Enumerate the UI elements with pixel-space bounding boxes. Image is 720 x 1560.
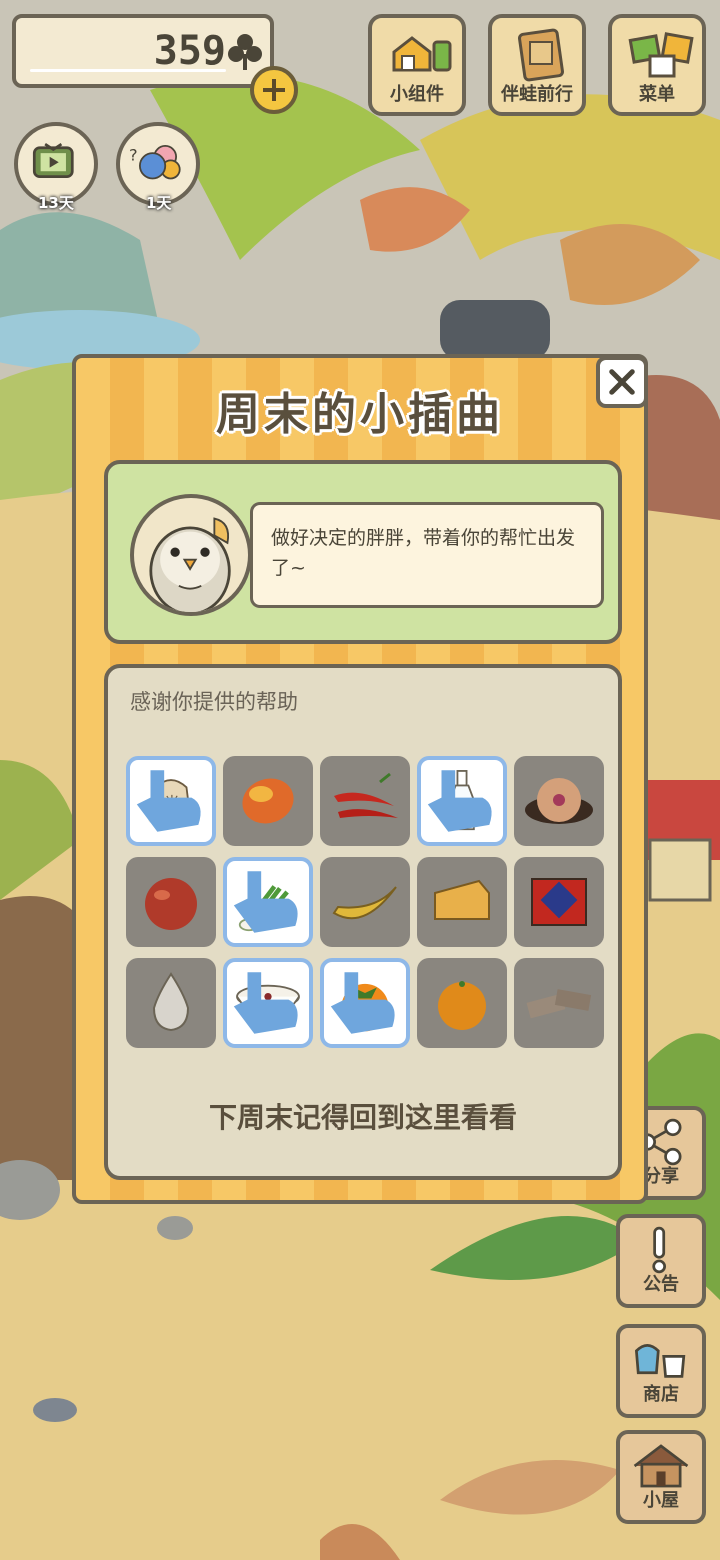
gift-box-icon (531, 878, 587, 926)
menu-button[interactable]: 菜单 (608, 14, 706, 116)
shop-button[interactable]: 商店 (616, 1324, 706, 1418)
help-title: 感谢你提供的帮助 (130, 690, 298, 714)
pointer-hand-icon (330, 972, 395, 1034)
notice-label: 公告 (643, 1274, 679, 1295)
item-rice-bag[interactable]: 米 (126, 756, 216, 846)
pointer-hand-icon (427, 770, 492, 832)
tv-days-label: 13天 (38, 194, 74, 212)
chili-peppers-icon (334, 772, 398, 818)
clover-counter: 359 (12, 14, 274, 88)
travel-journal-button[interactable]: 伴蛙前行 (488, 14, 586, 116)
pointer-hand-icon (136, 770, 201, 832)
close-button[interactable] (596, 356, 648, 408)
cheese-icon (434, 879, 490, 920)
peach-icon (145, 878, 197, 930)
item-persimmon[interactable] (320, 958, 410, 1048)
bird-icon (149, 517, 231, 612)
pointer-hand-icon (233, 871, 298, 933)
item-rice-cakes[interactable] (514, 958, 604, 1048)
item-peach[interactable] (126, 857, 216, 947)
message-text: 做好决定的胖胖，带着你的帮忙出发了~ (271, 527, 576, 579)
message-bubble: 做好决定的胖胖，带着你的帮忙出发了~ (250, 502, 604, 608)
mango-icon (242, 778, 294, 824)
widget-button[interactable]: 小组件 (368, 14, 466, 116)
rice-cakes-icon (526, 989, 592, 1019)
clover-count: 359 (153, 28, 226, 74)
notice-button[interactable]: 公告 (616, 1214, 706, 1308)
item-garlic[interactable] (126, 958, 216, 1048)
item-porridge-bowl[interactable] (223, 958, 313, 1048)
shop-label: 商店 (643, 1384, 679, 1405)
house-button[interactable]: 小屋 (616, 1430, 706, 1524)
clover-icon (228, 34, 262, 70)
widget-icon (392, 36, 452, 72)
house-label: 小屋 (643, 1490, 679, 1511)
journal-icon (518, 28, 564, 82)
clover-underline (30, 69, 226, 72)
pointer-hand-icon (233, 972, 298, 1034)
story-panel: 做好决定的胖胖，带着你的帮忙出发了~ (104, 460, 622, 644)
help-items-panel: 感谢你提供的帮助 米 下周末记得回到这里看看 (104, 664, 622, 1180)
item-orange[interactable] (417, 958, 507, 1048)
menu-label: 菜单 (639, 84, 675, 105)
item-chili-peppers[interactable] (320, 756, 410, 846)
item-cheese[interactable] (417, 857, 507, 947)
next-weekend-text: 下周末记得回到这里看看 (208, 1101, 517, 1134)
add-clover-button[interactable] (250, 66, 298, 114)
mooncake-icon (525, 778, 593, 824)
svg-text:?: ? (129, 145, 138, 164)
item-mango[interactable] (223, 756, 313, 846)
item-mooncake[interactable] (514, 756, 604, 846)
banana-icon (332, 886, 397, 920)
item-banana[interactable] (320, 857, 410, 947)
orange-icon (438, 981, 486, 1030)
menu-cards-icon (628, 32, 694, 78)
dialog-title: 周末的小插曲 (216, 389, 504, 440)
item-glass-bottle[interactable] (417, 756, 507, 846)
weekend-event-dialog: 周末的小插曲 做好决定的胖胖，带着你的帮忙出发了~ 感谢你提供的帮助 米 下周末… (72, 354, 648, 1204)
visitors-icon: ? (129, 145, 181, 180)
visitors-days-label: 1天 (146, 194, 172, 212)
widget-button-label: 小组件 (390, 84, 444, 105)
item-scallions[interactable] (223, 857, 313, 947)
item-gift-box[interactable] (514, 857, 604, 947)
bird-avatar (130, 494, 252, 616)
travel-journal-label: 伴蛙前行 (501, 84, 573, 105)
garlic-icon (152, 972, 190, 1032)
tv-icon (32, 142, 74, 179)
